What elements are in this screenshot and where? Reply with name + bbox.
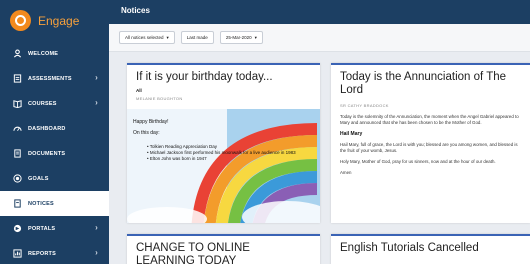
sidebar-item-label: DASHBOARD [28, 125, 66, 132]
notice-paragraph: Holy Mary, Mother of God, pray for us si… [340, 159, 496, 164]
birthday-text: Happy Birthday! On this day: [133, 119, 169, 137]
sidebar-item-reports[interactable]: REPORTS › [0, 241, 109, 264]
engage-logo-icon [10, 10, 31, 31]
sidebar-item-courses[interactable]: COURSES › [0, 91, 109, 116]
brand[interactable]: Engage [0, 0, 109, 41]
folder-icon [12, 149, 22, 159]
chevron-right-icon: › [95, 98, 98, 107]
list-item: Elton John was born in 1947 [147, 156, 297, 162]
sidebar-item-welcome[interactable]: WELCOME [0, 41, 109, 66]
notice-paragraph: Amen [340, 170, 352, 175]
chevron-right-icon: › [95, 73, 98, 82]
target-icon [12, 174, 22, 184]
notice-filter-select[interactable]: All notices selected ▾ [119, 31, 175, 44]
notice-card-tutorials[interactable]: English Tutorials Cancelled [331, 234, 530, 264]
sidebar-item-label: COURSES [28, 100, 57, 107]
sidebar-item-label: GOALS [28, 175, 49, 182]
sidebar-item-label: NOTICES [28, 200, 54, 207]
date-select[interactable]: 25-Mar-2020 ▾ [219, 31, 263, 44]
chevron-down-icon: ▾ [166, 34, 169, 40]
birthday-intro: On this day: [133, 130, 160, 136]
chevron-down-icon: ▾ [254, 34, 257, 40]
notice-title: If it is your birthday today... [136, 71, 273, 83]
filter-value: 25-Mar-2020 [225, 35, 252, 40]
sidebar-item-dashboard[interactable]: DASHBOARD [0, 116, 109, 141]
sort-select[interactable]: Last made [180, 31, 214, 44]
birthday-rainbow-image: Happy Birthday! On this day: Tolkien Rea… [127, 109, 320, 223]
page-title: Notices [121, 6, 150, 15]
sidebar-item-label: REPORTS [28, 250, 56, 257]
globe-icon [12, 224, 22, 234]
sidebar-item-label: DOCUMENTS [28, 150, 66, 157]
notice-heading: Hail Mary [340, 131, 363, 137]
book-icon [12, 99, 22, 109]
sidebar-item-goals[interactable]: GOALS [0, 166, 109, 191]
birthday-greeting: Happy Birthday! [133, 119, 169, 125]
top-bar: Notices [109, 0, 530, 24]
notice-author: SR CATHY BRADDOCK [340, 103, 389, 108]
notice-body: Today is the solemnity of the Annunciati… [331, 108, 530, 176]
clipboard-icon [12, 74, 22, 84]
notice-audience: All [136, 88, 142, 93]
app-name: Engage [38, 13, 80, 28]
filter-value: Last made [186, 35, 208, 40]
gauge-icon [12, 124, 22, 134]
birthday-facts-list: Tolkien Reading Appreciation Day Michael… [147, 144, 297, 162]
filter-bar: All notices selected ▾ Last made 25-Mar-… [109, 24, 530, 52]
sidebar-item-portals[interactable]: PORTALS › [0, 216, 109, 241]
sidebar-item-notices[interactable]: NOTICES [0, 191, 109, 216]
report-icon [12, 249, 22, 259]
notice-card-birthday[interactable]: If it is your birthday today... All MELA… [127, 63, 320, 223]
notice-title: CHANGE TO ONLINE LEARNING TODAY [136, 242, 250, 264]
sidebar-item-label: PORTALS [28, 225, 56, 232]
sidebar-item-label: ASSESSMENTS [28, 75, 72, 82]
sidebar-item-documents[interactable]: DOCUMENTS [0, 141, 109, 166]
notice-title: Today is the Annunciation of The Lord [340, 71, 507, 96]
user-icon [12, 49, 22, 59]
filter-value: All notices selected [125, 35, 164, 40]
chevron-right-icon: › [95, 223, 98, 232]
notice-card-online-learning[interactable]: CHANGE TO ONLINE LEARNING TODAY [127, 234, 320, 264]
notice-title: English Tutorials Cancelled [340, 242, 479, 254]
notice-icon [12, 199, 22, 209]
chevron-right-icon: › [95, 248, 98, 257]
notice-paragraph: Today is the solemnity of the Annunciati… [340, 114, 519, 125]
sidebar-item-assessments[interactable]: ASSESSMENTS › [0, 66, 109, 91]
sidebar-item-label: WELCOME [28, 50, 59, 57]
notice-card-annunciation[interactable]: Today is the Annunciation of The Lord SR… [331, 63, 530, 223]
notice-author: MELANIE BOUGHTON [136, 96, 183, 101]
sidebar: Engage WELCOME ASSESSMENTS › COURSES › D… [0, 0, 109, 264]
notice-paragraph: Hail Mary, full of grace, the Lord is wi… [340, 142, 518, 153]
